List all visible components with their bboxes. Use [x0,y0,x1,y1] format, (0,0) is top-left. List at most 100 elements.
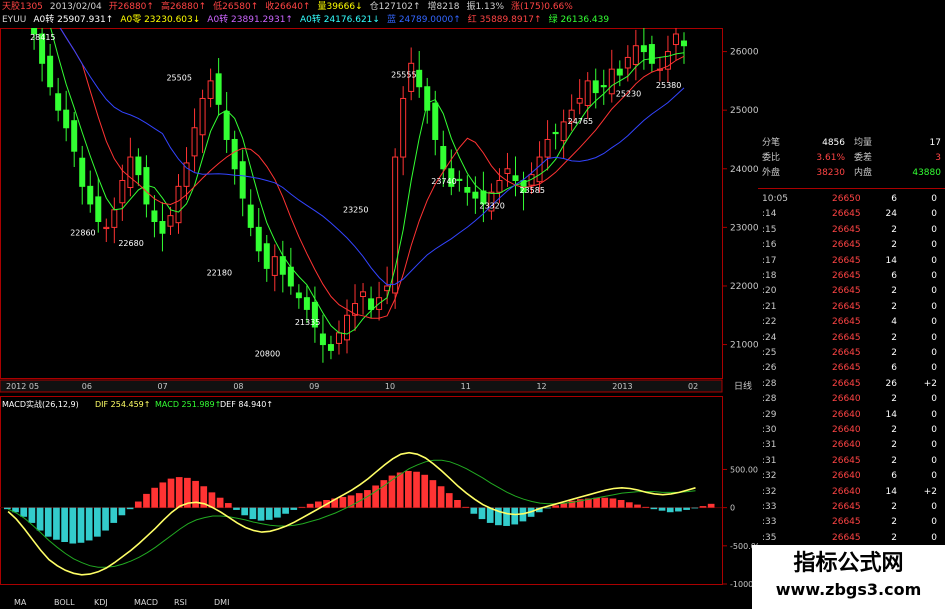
dif-label: DIF 254.459↑ [95,400,150,409]
tick-change: 0 [931,209,937,220]
tick-price: 26640 [832,394,861,405]
tick-change: 0 [931,517,937,528]
quote-label: 委差 [854,153,873,163]
tick-volume: 14 [885,409,897,420]
indicator-value: A0转 23891.2931↑ [207,15,293,25]
tick-time: :26 [762,363,777,374]
macd-bar [28,507,36,523]
macd-bar [4,507,11,510]
candle-body [344,314,350,341]
tab-ma[interactable]: MA [14,597,26,609]
tick-change: 0 [931,502,937,512]
tick-volume: 2 [891,332,897,343]
candle-body [552,131,559,135]
tick-change: 0 [931,471,937,482]
candle-body [456,178,463,181]
tick-row: :32 26640 14 +2 [758,485,945,500]
tick-panel: 分笔 4856 均量 17 委比 3.61% 委差 3 外盘 38230 内盘 43880 10:05… [758,136,945,609]
tick-time: :28 [762,394,777,405]
extreme-label: 25555 [391,71,416,80]
macd-bar [625,502,633,508]
tick-price: 26645 [832,240,861,251]
candle-body [247,204,254,228]
macd-bar [151,487,158,508]
candle-body [640,45,647,53]
tick-row: :22 26645 4 0 [758,315,945,330]
candle-body [672,33,679,46]
tick-change: 0 [931,455,937,466]
tick-time: :17 [762,255,777,266]
header-field: 开26880↑ [108,2,154,12]
macd-bar [617,500,625,508]
candle-body [368,298,375,310]
tick-row: :16 26645 2 0 [758,238,945,253]
macd-bar [413,471,420,508]
macd-bar [429,480,437,508]
y-tick-label: 21000 [730,341,758,351]
macd-chart[interactable]: MACD实战(26,12,9) DIF 254.459↑ MACD 251.989↑… [0,396,758,596]
macd-bar [233,507,240,510]
candle-body [512,175,519,181]
y-tick-label: 22000 [730,282,758,292]
tick-change: 0 [931,532,937,543]
candle-body [63,109,70,129]
tick-row: :18 26645 6 0 [758,269,945,284]
quote-row: 分笔 4856 均量 17 [758,136,945,151]
candle-body [71,120,78,152]
candle-body [159,221,166,234]
indicator-value: A0转 25907.931↑ [33,15,114,25]
macd-bar [110,507,118,523]
macd-bar [282,507,289,514]
macd-bar [85,507,93,541]
tab-kdj[interactable]: KDJ [94,597,108,609]
candle-body [191,127,198,157]
candle-body [119,179,126,204]
macd-bar [691,507,699,509]
extreme-label: 23320 [479,202,504,211]
candlestick-chart[interactable]: 21000 22000 23000 24000 25000 26000 2012 05 06 0… [0,28,758,396]
candle-body [472,191,479,199]
tab-boll[interactable]: BOLL [54,597,75,609]
tick-volume: 2 [891,240,897,251]
candle-body [400,97,407,158]
indicator-value: EYUU [2,15,27,25]
tick-row: :33 26645 2 0 [758,500,945,515]
tick-volume: 4 [891,317,897,328]
indicator-value: A0零 23230.603↓ [120,15,201,25]
tab-dmi[interactable]: DMI [214,597,229,609]
candle-body [504,168,511,174]
macd-bar [675,507,682,512]
macd-bar [274,507,281,518]
tick-price: 26645 [832,332,861,343]
quote-value: 3.61% [816,153,845,163]
candle-body [464,187,471,193]
macd-bar [216,497,224,508]
tick-row: :33 26645 2 0 [758,515,945,530]
x-tick-label: 10 [385,382,395,391]
indicator-tab-bar: MA BOLL KDJ MACD RSI DMI [0,597,245,609]
tab-rsi[interactable]: RSI [174,597,187,609]
macd-bar [241,507,249,516]
candle-body [239,161,246,199]
tick-time: :30 [762,425,777,435]
macd-bar [290,507,298,510]
tab-macd[interactable]: MACD [134,597,158,609]
ma5-line [50,28,685,335]
macd-bar [634,504,641,508]
tick-change: 0 [931,348,937,358]
x-tick-label: 08 [233,382,243,391]
quote-value: 43880 [912,168,941,178]
x-tick-label: 12 [536,382,546,391]
extreme-label: 23250 [343,206,368,215]
macd-bar [102,507,109,531]
macd-bar [224,503,232,508]
macd-bar [470,507,478,514]
watermark-url: www.zbgs3.com [775,580,922,599]
tick-price: 26640 [832,486,861,497]
tick-change: 0 [931,440,937,451]
candle-body [608,68,615,95]
macd-params: MACD实战(26,12,9) [2,399,79,409]
quote-value: 17 [929,138,941,148]
tick-price: 26650 [832,194,861,204]
tick-row: :30 26640 2 0 [758,423,945,438]
